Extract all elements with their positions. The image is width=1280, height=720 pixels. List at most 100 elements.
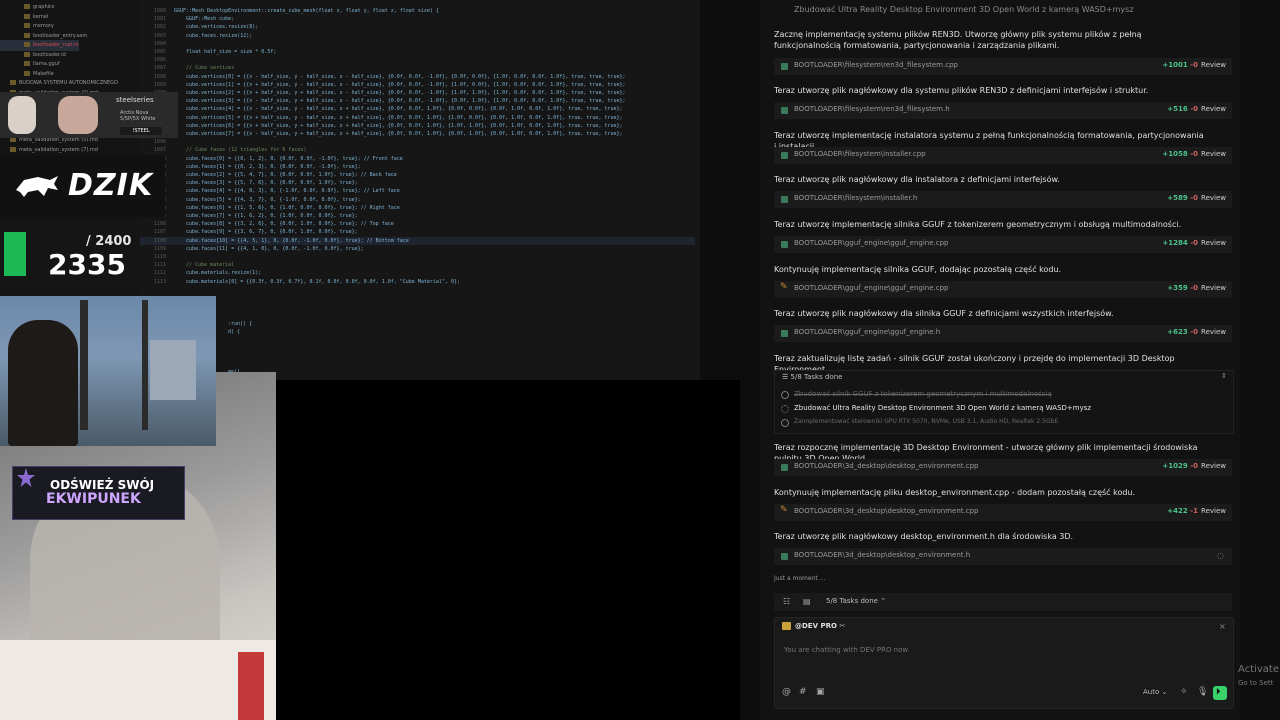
task-item-current: Zbudować Ultra Reality Desktop Environme… (794, 404, 1092, 412)
code-line[interactable]: 1102 cube.faces[4] = {{4, 0, 3}, 0, {-1.… (140, 187, 695, 195)
goal-progress-bar (4, 232, 26, 276)
code-line[interactable]: 1113 cube.materials[0] = {{0.3f, 0.3f, 0… (140, 278, 695, 286)
review-button[interactable]: Review (1201, 61, 1226, 69)
code-line[interactable]: 1108 cube.faces[10] = {{4, 5, 1}, 0, {0.… (140, 236, 695, 245)
explorer-item[interactable]: meta_validation_system (7).md (0, 145, 98, 156)
file-path: BOOTLOADER\3d_desktop\desktop_environmen… (794, 551, 971, 559)
review-button[interactable]: Review (1201, 239, 1226, 247)
file-icon (24, 4, 30, 9)
code-line[interactable]: 1080 GGUF::Mesh DesktopEnvironment::creat… (140, 7, 695, 15)
windows-watermark: Activate (1238, 664, 1279, 675)
code-line[interactable]: 1110 (140, 253, 695, 261)
file-icon (781, 63, 788, 70)
chat-input[interactable] (782, 645, 1086, 655)
file-change-row[interactable]: BOOTLOADER\filesystem\ren3d_filesystem.h… (774, 102, 1232, 119)
diff-count: +1001 -0 (1162, 61, 1198, 69)
mention-icon[interactable]: @ (782, 687, 791, 697)
code-line[interactable]: 1094 cube.vertices[6] = {{x + half_size,… (140, 122, 695, 130)
file-change-row[interactable]: BOOTLOADER\3d_desktop\desktop_environmen… (774, 459, 1232, 476)
image-icon[interactable]: ▣ (816, 687, 825, 697)
assistant-message: Teraz utworzę plik nagłówkowy dla silnik… (774, 309, 1114, 318)
webcam-lower-stripe (238, 652, 264, 720)
file-change-row[interactable]: BOOTLOADER\3d_desktop\desktop_environmen… (774, 548, 1232, 565)
code-line[interactable]: 1090 cube.vertices[2] = {{x + half_size,… (140, 89, 695, 97)
code-line[interactable]: 1107 cube.faces[9] = {{3, 6, 7}, 0, {0.0… (140, 228, 695, 236)
code-line[interactable]: 1089 cube.vertices[1] = {{x + half_size,… (140, 81, 695, 89)
mic-icon[interactable]: 🎙 (1197, 687, 1208, 697)
file-icon (781, 553, 788, 560)
code-line[interactable]: 1111 // Cube material (140, 261, 695, 269)
star-icon (17, 468, 35, 487)
file-change-row[interactable]: BOOTLOADER\gguf_engine\gguf_engine.cpp +3… (774, 281, 1232, 298)
file-change-row[interactable]: BOOTLOADER\filesystem\installer.h +589 -0… (774, 191, 1232, 208)
review-button[interactable]: Review (1201, 507, 1226, 515)
code-line[interactable]: 1087 // Cube vertices (140, 64, 695, 72)
status-tasks[interactable]: 5/8 Tasks done ⌃ (826, 597, 886, 605)
mode-select[interactable]: Auto ⌄ (1143, 688, 1167, 696)
review-button[interactable]: Review (1201, 150, 1226, 158)
code-line[interactable]: 1098 cube.faces[0] = {{0, 1, 2}, 0, {0.0… (140, 155, 695, 163)
file-icon (781, 241, 788, 248)
code-line[interactable]: 1106 cube.faces[8] = {{3, 2, 6}, 0, {0.0… (140, 220, 695, 228)
ad-code: !STEEL (120, 127, 162, 135)
close-icon[interactable]: × (1219, 622, 1226, 631)
code-line[interactable]: 1081 GGUF::Mesh cube; (140, 15, 695, 23)
task-list-header: ☰ 5/8 Tasks done (782, 373, 843, 381)
agent-name: @DEV PRO ✂ (795, 622, 846, 630)
code-line[interactable]: 1091 cube.vertices[3] = {{x - half_size,… (140, 97, 695, 105)
file-icon (10, 146, 16, 152)
headset-image-white (8, 96, 36, 134)
code-line[interactable]: 1088 cube.vertices[0] = {{x - half_size,… (140, 73, 695, 81)
logo-text: DZIK (68, 168, 154, 203)
review-button[interactable]: Review (1201, 284, 1226, 292)
task-progress-icon (781, 405, 789, 413)
code-line[interactable]: 1092 cube.vertices[4] = {{x - half_size,… (140, 105, 695, 113)
expand-icon[interactable]: ⇕ (1221, 372, 1227, 380)
list-view-icon[interactable]: ☷ (783, 597, 790, 606)
code-editor[interactable]: 1080 GGUF::Mesh DesktopEnvironment::creat… (140, 0, 700, 380)
review-button[interactable]: Review (1201, 462, 1226, 470)
code-line[interactable]: 1097 // Cube faces (12 triangles for 6 f… (140, 146, 695, 154)
file-change-row[interactable]: BOOTLOADER\filesystem\ren3d_filesystem.c… (774, 58, 1232, 75)
code-line[interactable]: 1085 float half_size = size * 0.5f; (140, 48, 695, 56)
diff-count: +1029 -0 (1162, 462, 1198, 470)
code-line[interactable]: 1099 cube.faces[1] = {{0, 2, 3}, 0, {0.0… (140, 163, 695, 171)
diff-count: +359 -0 (1167, 284, 1198, 292)
file-change-row[interactable]: BOOTLOADER\gguf_engine\gguf_engine.cpp +1… (774, 236, 1232, 253)
hash-icon[interactable]: # (799, 687, 807, 697)
code-line[interactable]: 1100 cube.faces[2] = {{5, 4, 7}, 0, {0.0… (140, 171, 695, 179)
code-line[interactable]: 1103 cube.faces[5] = {{4, 3, 7}, 0, {-1.… (140, 196, 695, 204)
code-line[interactable]: 1083 cube.faces.resize(12); (140, 32, 695, 40)
file-icon (24, 32, 30, 38)
boar-logo-icon (16, 176, 58, 197)
pencil-icon (780, 282, 788, 293)
file-change-row[interactable]: BOOTLOADER\filesystem\installer.cpp +1058… (774, 147, 1232, 164)
review-button[interactable]: Review (1201, 194, 1226, 202)
file-path: BOOTLOADER\filesystem\ren3d_filesystem.h (794, 105, 950, 113)
code-line[interactable]: 1096 (140, 138, 695, 146)
file-path: BOOTLOADER\gguf_engine\gguf_engine.cpp (794, 239, 949, 247)
code-line[interactable]: 1105 cube.faces[7] = {{1, 6, 2}, 0, {1.0… (140, 212, 695, 220)
code-line[interactable]: 1101 cube.faces[3] = {{5, 7, 6}, 0, {0.0… (140, 179, 695, 187)
assistant-message: Teraz utworzę implementację silnika GGUF… (774, 220, 1182, 229)
file-path: BOOTLOADER\gguf_engine\gguf_engine.h (794, 328, 941, 336)
review-button[interactable]: Review (1201, 105, 1226, 113)
file-change-row[interactable]: BOOTLOADER\gguf_engine\gguf_engine.h +623… (774, 325, 1232, 342)
file-path: BOOTLOADER\filesystem\ren3d_filesystem.c… (794, 61, 958, 69)
code-line[interactable]: 1104 cube.faces[6] = {{1, 5, 6}, 0, {1.0… (140, 204, 695, 212)
chevron-down-icon: ⌄ (1161, 688, 1168, 696)
assistant-message: Kontynuuję implementację pliku desktop_e… (774, 488, 1136, 497)
file-change-row[interactable]: BOOTLOADER\3d_desktop\desktop_environmen… (774, 504, 1232, 521)
review-button[interactable]: Review (1201, 328, 1226, 336)
code-line[interactable]: 1082 cube.vertices.resize(8); (140, 23, 695, 31)
code-line[interactable]: 1093 cube.vertices[5] = {{x + half_size,… (140, 114, 695, 122)
code-line[interactable]: 1095 cube.vertices[7] = {{x - half_size,… (140, 130, 695, 138)
window-frame (80, 300, 88, 430)
doc-icon[interactable]: ▤ (803, 597, 811, 606)
code-line[interactable]: 1086 (140, 56, 695, 64)
code-line[interactable]: 1109 cube.faces[11] = {{4, 1, 0}, 0, {0.… (140, 245, 695, 253)
code-line[interactable]: 1084 (140, 40, 695, 48)
code-line[interactable]: 1112 cube.materials.resize(1); (140, 269, 695, 277)
sparkle-icon[interactable]: ✧ (1180, 687, 1188, 697)
code-line-fragment: :run() { (228, 321, 253, 327)
